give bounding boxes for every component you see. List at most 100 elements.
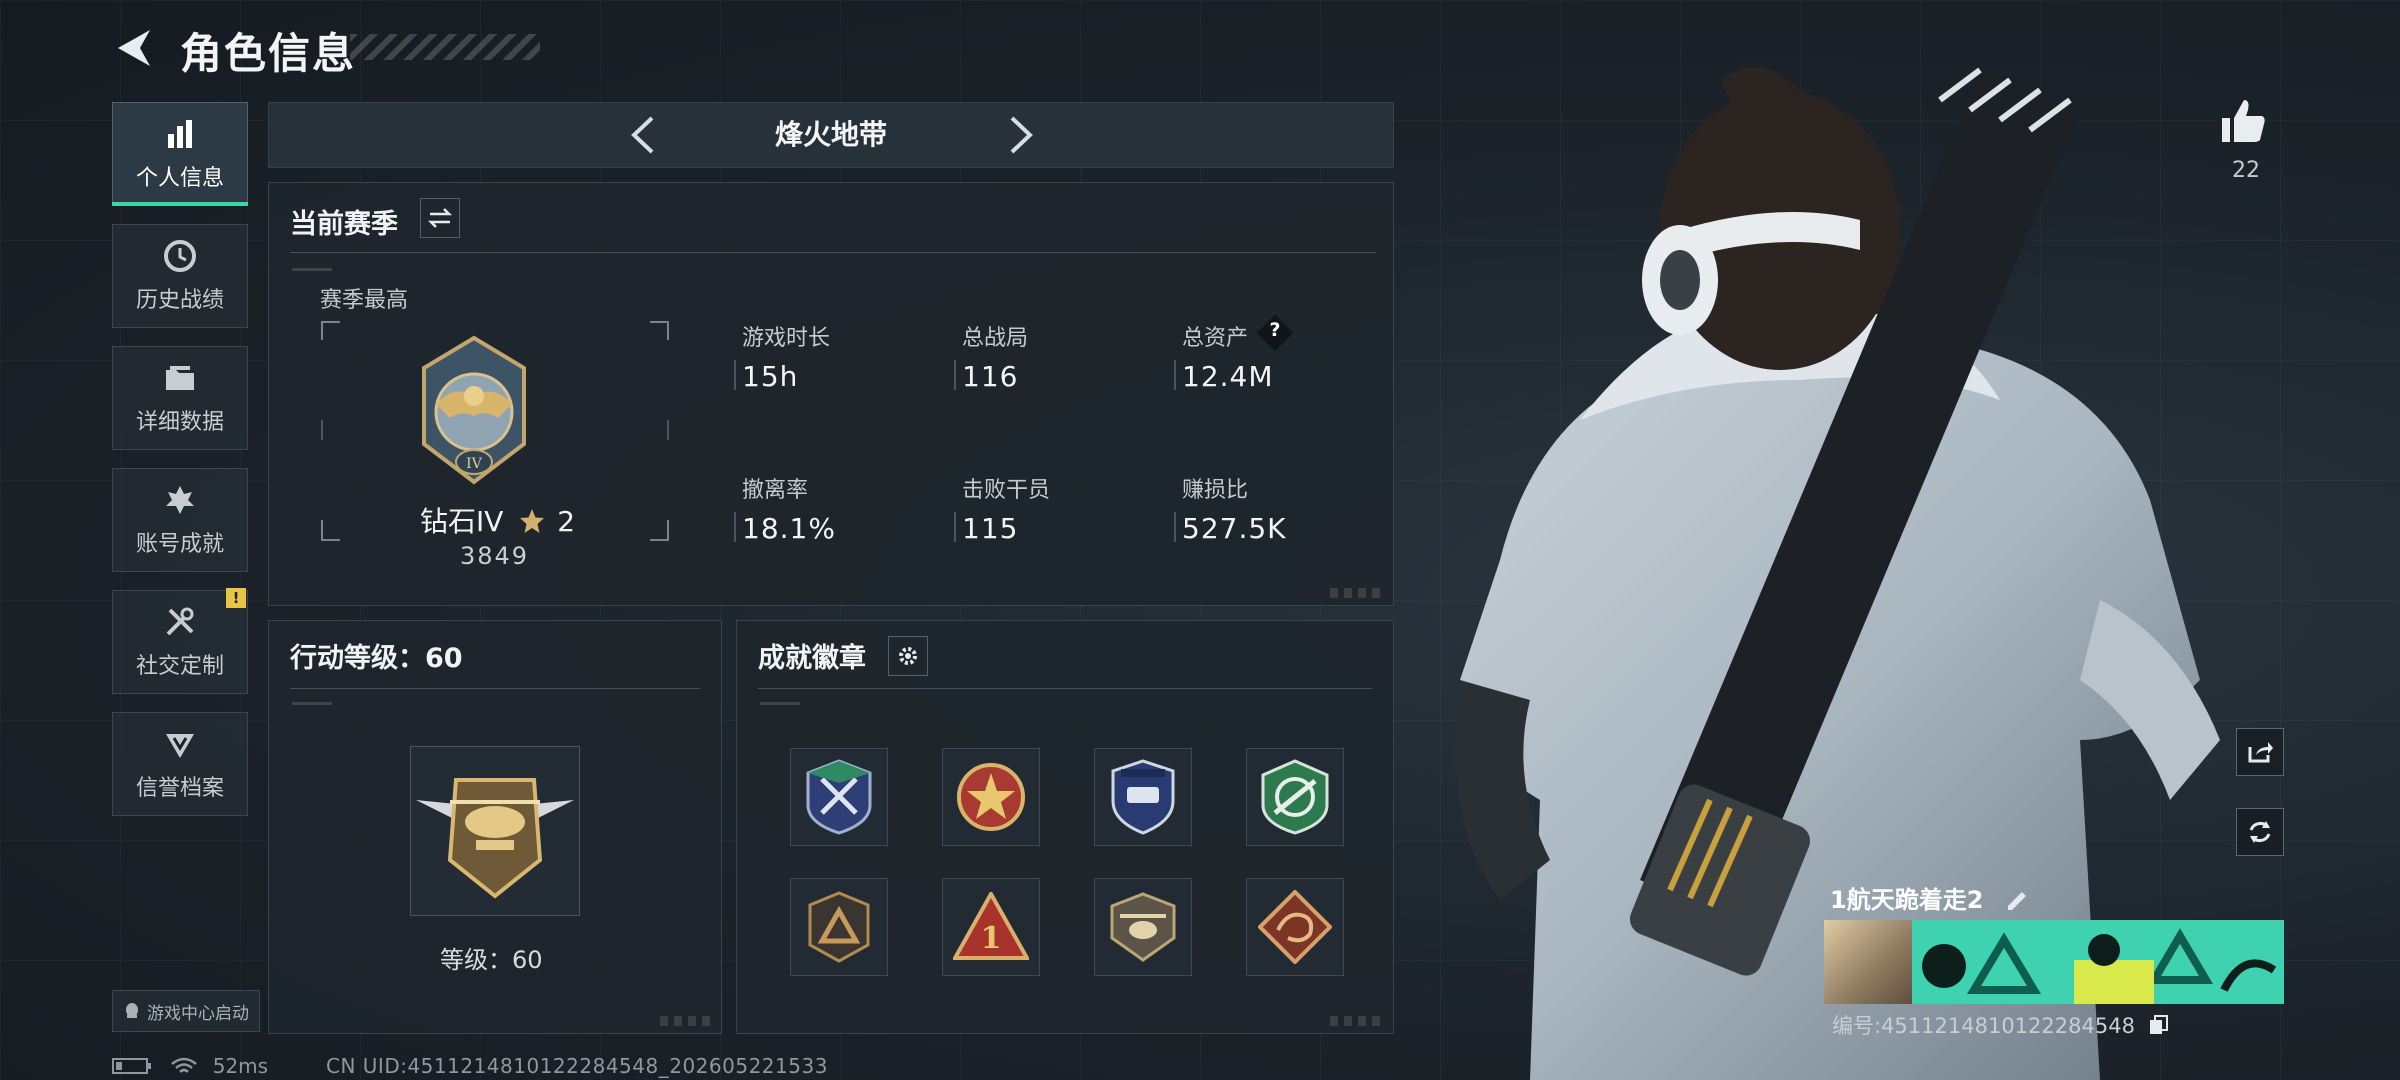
dragon-badge — [1258, 890, 1332, 964]
copy-icon[interactable] — [2148, 1014, 2170, 1036]
stat-bar — [1174, 360, 1176, 390]
gear-icon — [899, 647, 917, 665]
help-icon[interactable]: ? — [1262, 319, 1288, 341]
ping-value: 52ms — [212, 1054, 269, 1078]
achievements-title: 成就徽章 — [758, 643, 866, 674]
svg-text:1: 1 — [981, 921, 1002, 956]
stat-value: 12.4M — [1182, 360, 1274, 393]
helicopter-level-emblem — [416, 778, 574, 899]
sidebar-item-label: 详细数据 — [135, 410, 224, 435]
player-name: 1航天跪着走2 — [1830, 886, 1984, 914]
divider — [290, 688, 700, 689]
chevron-left-icon[interactable] — [620, 110, 670, 160]
achievement-badge[interactable]: 1 — [942, 878, 1040, 976]
helicopter-badge — [1110, 892, 1176, 962]
blue-shield-badge — [1111, 759, 1175, 835]
chevron-right-icon[interactable] — [994, 110, 1044, 160]
red-number-one-badge: 1 — [953, 892, 1029, 960]
stat-value: 15h — [742, 360, 799, 393]
mode-name: 烽火地带 — [774, 118, 887, 151]
swap-icon — [427, 208, 453, 228]
tools-icon — [166, 607, 194, 636]
player-id: 编号:4511214810122284548 — [1832, 1014, 2135, 1038]
stat-bar — [734, 512, 736, 542]
decoration — [660, 1016, 712, 1026]
share-button[interactable] — [2236, 728, 2284, 776]
sidebar-item-label: 历史战绩 — [135, 288, 224, 313]
achievement-badge[interactable] — [1094, 748, 1192, 846]
rank-name-row: 钻石IV 2 — [420, 500, 575, 540]
cn-uid: CN UID:4511214810122284548_202605221533 — [326, 1054, 828, 1078]
edit-pencil-icon[interactable] — [2004, 886, 2030, 912]
sidebar-item-achievements[interactable]: 账号成就 — [112, 468, 248, 572]
qq-icon — [126, 1003, 138, 1018]
history-clock-icon — [164, 240, 196, 272]
sidebar-item-history[interactable]: 历史战绩 — [112, 224, 248, 328]
season-title: 当前赛季 — [290, 209, 398, 240]
svg-text:IV: IV — [466, 456, 483, 472]
stat-label: 击败干员 — [962, 478, 1051, 503]
refresh-icon — [2249, 821, 2271, 843]
rank-name: 钻石IV — [420, 505, 504, 538]
bronze-triangle-badge — [808, 891, 870, 963]
stat-label: 赚损比 — [1182, 478, 1249, 503]
launcher-label: 游戏中心启动 — [147, 1003, 249, 1024]
achievement-icon — [166, 486, 194, 514]
credit-shield-icon — [166, 734, 194, 758]
divider — [290, 252, 1376, 253]
thumbs-up-icon[interactable] — [2218, 96, 2268, 146]
sidebar-item-label: 个人信息 — [135, 166, 224, 191]
player-id-row: 编号:4511214810122284548 — [1832, 1010, 2170, 1040]
achievement-badge[interactable] — [790, 748, 888, 846]
stat-value: 18.1% — [742, 512, 836, 545]
stat-label: 撤离率 — [742, 478, 809, 503]
stat-bar — [1174, 512, 1176, 542]
sidebar-item-label: 信誉档案 — [135, 776, 224, 801]
achievement-badge[interactable] — [1094, 878, 1192, 976]
decoration — [292, 702, 332, 705]
diamond-rank-emblem: IV — [422, 335, 526, 485]
title-decoration — [350, 34, 540, 60]
divider — [758, 688, 1372, 689]
decoration — [292, 268, 332, 271]
sidebar-item-label: 账号成就 — [135, 532, 224, 557]
star-icon — [520, 509, 545, 533]
decoration — [1330, 1016, 1382, 1026]
player-avatar[interactable] — [1824, 920, 1912, 1004]
notification-badge: ! — [226, 588, 246, 608]
bar-chart-icon — [168, 120, 192, 148]
achievement-settings-button[interactable] — [888, 636, 928, 676]
back-arrow-icon[interactable] — [110, 24, 158, 72]
achievement-badge[interactable] — [942, 748, 1040, 846]
refresh-button[interactable] — [2236, 808, 2284, 856]
rank-score: 3849 — [460, 542, 530, 570]
game-center-launch-button[interactable]: 游戏中心启动 — [112, 990, 260, 1032]
like-count: 22 — [2232, 158, 2260, 183]
stat-bar — [954, 360, 956, 390]
green-rifle-badge — [1261, 759, 1329, 835]
sidebar-item-personal-info[interactable]: 个人信息 — [112, 102, 248, 206]
status-row: 52ms — [112, 1054, 268, 1078]
stat-bar — [734, 360, 736, 390]
season-switch-button[interactable] — [420, 198, 460, 238]
level-label: 等级：60 — [440, 946, 543, 974]
player-name-row: 1航天跪着走2 — [1830, 880, 2030, 915]
achievement-badge[interactable] — [1246, 878, 1344, 976]
stat-value: 527.5K — [1182, 512, 1287, 545]
achievement-badge[interactable] — [790, 878, 888, 976]
stat-label: 总资产 — [1182, 326, 1249, 351]
sidebar-item-label: 社交定制 — [135, 654, 224, 679]
stat-value: 115 — [962, 512, 1019, 545]
share-icon — [2248, 742, 2273, 763]
sidebar-item-credit[interactable]: 信誉档案 — [112, 712, 248, 816]
stat-bar — [954, 512, 956, 542]
blue-crossed-swords-badge — [806, 759, 872, 835]
stat-label: 游戏时长 — [742, 326, 831, 351]
red-star-badge — [957, 763, 1025, 831]
decoration — [760, 702, 800, 705]
sidebar-item-detailed-data[interactable]: 详细数据 — [112, 346, 248, 450]
folder-icon — [166, 366, 194, 390]
achievement-badge[interactable] — [1246, 748, 1344, 846]
action-level-title: 行动等级：60 — [290, 643, 463, 674]
decoration — [1330, 588, 1382, 598]
